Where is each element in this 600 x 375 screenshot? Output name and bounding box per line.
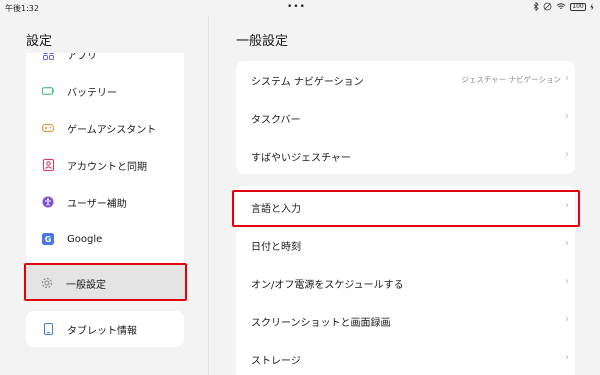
chevron-right-icon: › bbox=[565, 73, 569, 84]
sidebar-item-row: タブレット情報 bbox=[26, 311, 184, 347]
sidebar-item-apps[interactable]: アプリ bbox=[26, 53, 184, 72]
row-label: システム ナビゲーション bbox=[251, 77, 364, 88]
sidebar-item-general-settings[interactable]: 一般設定 bbox=[24, 263, 187, 301]
settings-group-general: 言語と入力 › 日付と時刻 › オン/オフ電源をスケジュールする › スクリーン… bbox=[236, 186, 575, 375]
sidebar-item-accounts[interactable]: アカウントと同期 bbox=[26, 147, 184, 183]
settings-sidebar: 設定 アプリ バッテリー ゲームアシスタント アカウントと同期 ユーザー補助 G… bbox=[0, 16, 208, 375]
svg-text:G: G bbox=[45, 235, 52, 244]
chevron-right-icon: › bbox=[565, 200, 569, 211]
wifi-icon bbox=[556, 3, 566, 9]
row-storage[interactable]: ストレージ › bbox=[236, 340, 575, 375]
chevron-right-icon: › bbox=[565, 111, 569, 122]
chevron-right-icon: › bbox=[565, 314, 569, 325]
row-label: オン/オフ電源をスケジュールする bbox=[251, 280, 404, 291]
row-label: 言語と入力 bbox=[251, 204, 301, 215]
status-icons: 100 bbox=[533, 2, 594, 11]
sidebar-item-label: 一般設定 bbox=[66, 280, 106, 291]
sidebar-item-game-assistant[interactable]: ゲームアシスタント bbox=[26, 110, 184, 146]
apps-grid-icon bbox=[42, 53, 54, 60]
row-taskbar[interactable]: タスクバー › bbox=[236, 99, 575, 137]
sidebar-title: 設定 bbox=[26, 34, 53, 49]
row-label: タスクバー bbox=[251, 115, 301, 126]
status-bar: 午後1:32 ••• 100 bbox=[0, 0, 600, 16]
battery-icon bbox=[42, 85, 54, 97]
sidebar-item-label: アプリ bbox=[67, 53, 97, 62]
chevron-right-icon: › bbox=[565, 149, 569, 160]
settings-group-navigation: システム ナビゲーション ジェスチャー ナビゲーション › タスクバー › すば… bbox=[236, 61, 575, 174]
silent-icon bbox=[543, 2, 552, 11]
account-icon bbox=[42, 159, 54, 171]
sidebar-item-label: アカウントと同期 bbox=[67, 161, 147, 173]
gear-icon bbox=[41, 277, 53, 289]
sidebar-item-battery[interactable]: バッテリー bbox=[26, 73, 184, 109]
row-date-time[interactable]: 日付と時刻 › bbox=[236, 226, 575, 264]
row-quick-gestures[interactable]: すばやいジェスチャー › bbox=[236, 137, 575, 174]
row-value: ジェスチャー ナビゲーション bbox=[461, 75, 561, 84]
battery-indicator: 100 bbox=[570, 2, 586, 11]
chevron-right-icon: › bbox=[565, 352, 569, 363]
bluetooth-icon bbox=[533, 2, 539, 11]
row-system-navigation[interactable]: システム ナビゲーション ジェスチャー ナビゲーション › bbox=[236, 61, 575, 99]
row-label: すばやいジェスチャー bbox=[251, 153, 351, 164]
sidebar-item-accessibility[interactable]: ユーザー補助 bbox=[26, 184, 184, 220]
sidebar-item-tablet-info[interactable]: タブレット情報 bbox=[26, 311, 184, 347]
row-language-input[interactable]: 言語と入力 › bbox=[236, 188, 575, 226]
sidebar-item-google[interactable]: G Google bbox=[26, 221, 184, 257]
gamepad-icon bbox=[42, 122, 54, 134]
row-label: スクリーンショットと画面録画 bbox=[251, 318, 391, 329]
chevron-right-icon: › bbox=[565, 238, 569, 249]
general-settings-pane: 一般設定 システム ナビゲーション ジェスチャー ナビゲーション › タスクバー… bbox=[209, 16, 600, 375]
row-scheduled-power[interactable]: オン/オフ電源をスケジュールする › bbox=[236, 264, 575, 302]
page-title: 一般設定 bbox=[236, 34, 289, 49]
accessibility-icon bbox=[42, 196, 54, 208]
charging-icon bbox=[590, 2, 594, 11]
sidebar-item-label: バッテリー bbox=[67, 87, 117, 99]
google-icon: G bbox=[42, 233, 54, 245]
sidebar-item-label: ユーザー補助 bbox=[67, 198, 127, 210]
row-screenshot-recording[interactable]: スクリーンショットと画面録画 › bbox=[236, 302, 575, 340]
sidebar-item-label: Google bbox=[67, 233, 103, 245]
tablet-icon bbox=[42, 323, 54, 335]
status-time: 午後1:32 bbox=[5, 4, 39, 13]
row-label: 日付と時刻 bbox=[251, 242, 301, 253]
chevron-right-icon: › bbox=[565, 276, 569, 287]
sidebar-item-label: ゲームアシスタント bbox=[67, 124, 157, 136]
window-handle-dots[interactable]: ••• bbox=[287, 2, 306, 12]
row-label: ストレージ bbox=[251, 356, 301, 367]
sidebar-item-label: タブレット情報 bbox=[67, 325, 137, 337]
